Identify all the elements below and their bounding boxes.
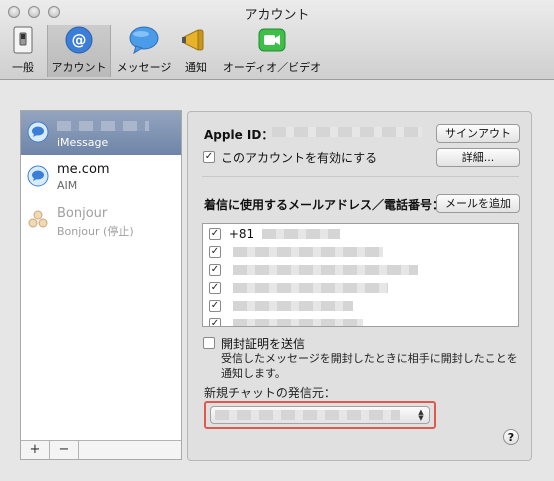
account-list-toolbar: + −	[21, 440, 181, 459]
account-item-bonjour[interactable]: Bonjour Bonjour (停止)	[21, 199, 181, 243]
enable-account-label: このアカウントを有効にする	[221, 151, 378, 165]
help-button[interactable]: ?	[503, 429, 519, 445]
toolbar-label: 一般	[12, 61, 34, 74]
sign-out-button[interactable]: サインアウト	[436, 124, 520, 143]
address-row[interactable]: ✓	[209, 316, 363, 326]
address-row[interactable]: ✓	[209, 298, 353, 316]
address-checkbox[interactable]: ✓	[209, 281, 221, 294]
addresses-header: 着信に使用するメールアドレス／電話番号：	[204, 198, 445, 212]
toolbar-item-general[interactable]: 一般	[6, 25, 40, 77]
remove-account-button[interactable]: −	[50, 441, 79, 459]
redacted-text	[232, 264, 418, 275]
details-button[interactable]: 詳細...	[436, 148, 520, 167]
enable-account-checkbox[interactable]: ✓	[203, 151, 215, 163]
account-settings-panel: Apple ID： サインアウト ✓ このアカウントを有効にする 詳細... 着…	[187, 111, 532, 461]
address-row[interactable]: ✓ +81	[209, 226, 340, 244]
toolbar: アカウント 一般 @ アカウント メッセージ 通知 オーディオ／ビデオ	[0, 0, 554, 80]
messages-app-icon	[27, 121, 49, 143]
add-account-button[interactable]: +	[21, 441, 50, 459]
speech-bubble-icon	[129, 26, 159, 55]
address-checkbox[interactable]: ✓	[209, 299, 221, 312]
window-title: アカウント	[244, 8, 310, 23]
at-sign-icon: @	[65, 26, 93, 54]
address-row[interactable]: ✓	[209, 280, 388, 298]
toolbar-item-notifications[interactable]: 通知	[178, 25, 214, 77]
redacted-apple-id	[272, 127, 422, 137]
apple-id-label: Apple ID：	[204, 128, 274, 142]
address-checkbox[interactable]: ✓	[209, 227, 221, 240]
chevron-updown-icon: ▲ ▼	[418, 408, 424, 422]
read-receipts-description: 受信したメッセージを開封したときに相手に開封したことを	[221, 352, 518, 365]
address-checkbox[interactable]: ✓	[209, 317, 221, 326]
address-checkbox[interactable]: ✓	[209, 263, 221, 276]
redacted-text	[215, 410, 400, 420]
toolbar-label: 通知	[185, 61, 207, 74]
toolbar-item-accounts[interactable]: @ アカウント	[47, 25, 111, 77]
redacted-text	[57, 120, 149, 131]
read-receipts-checkbox[interactable]	[203, 337, 215, 349]
address-text: +81	[228, 226, 255, 241]
megaphone-icon	[182, 29, 204, 51]
account-item-aim[interactable]: me.com AIM	[21, 155, 181, 199]
svg-text:@: @	[72, 31, 87, 49]
address-row[interactable]: ✓	[209, 262, 418, 280]
new-chat-from-popup[interactable]: ▲ ▼	[210, 406, 430, 424]
bonjour-icon	[28, 210, 48, 228]
toolbar-item-messages[interactable]: メッセージ	[114, 25, 174, 77]
account-name	[57, 118, 149, 133]
highlight-annotation: ▲ ▼	[204, 401, 436, 429]
read-receipts-label: 開封証明を送信	[221, 337, 306, 351]
account-type: iMessage	[57, 136, 109, 149]
video-camera-icon	[258, 28, 286, 52]
redacted-text	[232, 300, 353, 311]
toolbar-item-audio-video[interactable]: オーディオ／ビデオ	[218, 25, 326, 77]
account-type: AIM	[57, 179, 78, 192]
new-chat-from-label: 新規チャットの発信元：	[204, 386, 336, 400]
toolbar-label: アカウント	[51, 61, 107, 74]
address-list[interactable]: ✓ +81 ✓ ✓ ✓ ✓ ✓	[202, 223, 519, 327]
toolbar-label: メッセージ	[116, 61, 172, 74]
account-item-imessage[interactable]: iMessage	[21, 111, 181, 155]
address-checkbox[interactable]: ✓	[209, 245, 221, 258]
redacted-text	[232, 282, 388, 293]
switch-icon	[13, 26, 33, 54]
read-receipts-description-2: 通知します。	[221, 367, 286, 380]
account-name: Bonjour	[57, 206, 108, 221]
redacted-text	[261, 228, 340, 239]
account-type: Bonjour (停止)	[57, 225, 134, 238]
address-row[interactable]: ✓	[209, 244, 383, 262]
add-email-button[interactable]: メールを追加	[436, 194, 520, 213]
account-name: me.com	[57, 162, 110, 177]
toolbar-label: オーディオ／ビデオ	[222, 61, 322, 74]
messages-app-icon	[27, 165, 49, 187]
redacted-text	[232, 318, 363, 326]
redacted-text	[232, 246, 383, 257]
preferences-window: アカウント 一般 @ アカウント メッセージ 通知 オーディオ／ビデオ iMes…	[0, 0, 554, 481]
divider	[202, 176, 519, 177]
account-list: iMessage me.com AIM Bonjour Bonjour (停止)…	[20, 110, 182, 460]
